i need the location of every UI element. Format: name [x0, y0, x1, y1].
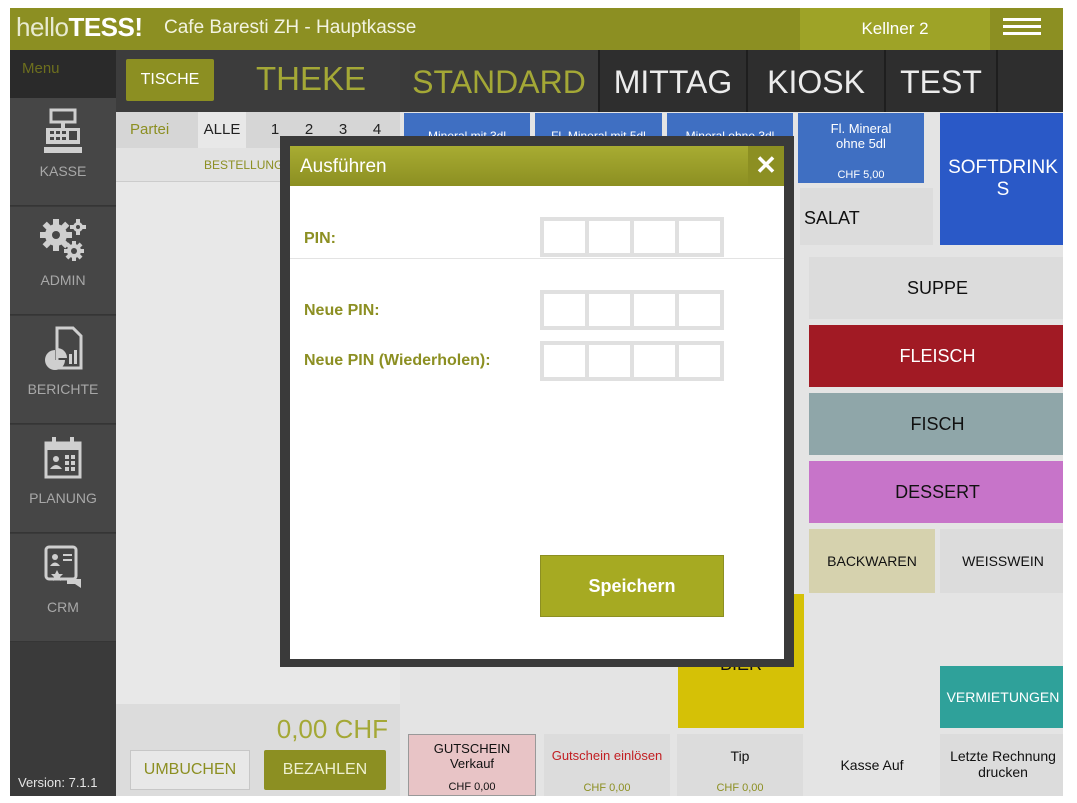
sidebar-label: KASSE	[39, 163, 87, 179]
hamburger-menu-icon[interactable]	[1003, 18, 1041, 42]
tile-kasse-auf[interactable]: Kasse Auf	[809, 734, 935, 796]
tile-label: SUPPE	[906, 278, 969, 298]
tile-letzte-rechnung[interactable]: Letzte Rechnung drucken	[940, 734, 1063, 796]
party-tab-alle[interactable]: ALLE	[198, 112, 246, 148]
logo-hello: hello	[16, 12, 69, 42]
tile-label: FLEISCH	[899, 346, 976, 366]
store-name: Cafe Baresti ZH - Hauptkasse	[164, 17, 417, 38]
modal-overlay-frame: Ausführen ✕ PIN: Neue PIN: Neue PIN (Wie…	[280, 136, 794, 667]
tile-weisswein[interactable]: WEISSWEIN	[940, 529, 1063, 593]
tile-label: Fl. Mineral	[830, 121, 892, 136]
sidebar-label: CRM	[47, 599, 79, 615]
bezahlen-button[interactable]: BEZAHLEN	[264, 750, 386, 790]
tile-label: SOFTDRINK	[948, 157, 1058, 178]
sidebar-item-crm[interactable]: CRM	[10, 534, 116, 642]
tile-salat[interactable]: SALAT	[800, 188, 933, 245]
sidebar-label: BERICHTE	[27, 381, 99, 397]
close-icon[interactable]: ✕	[748, 146, 784, 186]
top-bar: helloTESS! Cafe Baresti ZH - Hauptkasse …	[10, 8, 1063, 50]
tile-gutschein-einloesen[interactable]: Gutschein einlösen CHF 0,00	[544, 734, 670, 796]
pos-app: helloTESS! Cafe Baresti ZH - Hauptkasse …	[10, 8, 1063, 796]
tile-backwaren[interactable]: BACKWAREN	[809, 529, 935, 593]
tile-label: VERMIETUNGEN	[946, 689, 1060, 705]
tile-fisch[interactable]: FISCH	[809, 393, 1063, 455]
tile-suppe[interactable]: SUPPE	[809, 257, 1063, 319]
order-footer: 0,00 CHF UMBUCHEN BEZAHLEN	[116, 704, 400, 796]
waiter-button[interactable]: Kellner 2	[800, 8, 990, 50]
tile-label: SALAT	[804, 208, 860, 228]
sidebar-item-planung[interactable]: PLANUNG	[10, 425, 116, 533]
tische-button[interactable]: TISCHE	[126, 59, 214, 101]
menu-label: Menu	[10, 50, 116, 98]
save-button[interactable]: Speichern	[540, 555, 724, 617]
logo-bang: !	[134, 12, 143, 42]
tile-gutschein-verkauf[interactable]: GUTSCHEIN Verkauf CHF 0,00	[408, 734, 536, 796]
theke-title: THEKE	[256, 60, 367, 97]
hellotess-logo: helloTESS!	[16, 12, 143, 43]
tab-test[interactable]: TEST	[886, 50, 998, 112]
tile-price: CHF 5,00	[837, 169, 885, 181]
pin-input[interactable]	[540, 217, 724, 257]
tile-dessert[interactable]: DESSERT	[809, 461, 1063, 523]
tile-label: WEISSWEIN	[962, 553, 1044, 569]
dialog-title: Ausführen	[300, 156, 387, 177]
order-total: 0,00 CHF	[276, 714, 388, 744]
repeat-pin-input[interactable]	[540, 341, 724, 381]
tile-label: Kasse Auf	[840, 757, 904, 773]
tile-tip[interactable]: Tip CHF 0,00	[677, 734, 803, 796]
tile-label: DESSERT	[895, 482, 980, 502]
sidebar-item-admin[interactable]: ADMIN	[10, 207, 116, 315]
tile-label: GUTSCHEIN	[433, 741, 511, 756]
pin-dialog: Ausführen ✕ PIN: Neue PIN: Neue PIN (Wie…	[290, 146, 784, 659]
tab-kiosk[interactable]: KIOSK	[748, 50, 886, 112]
divider	[290, 258, 784, 259]
tile-vermietungen[interactable]: VERMIETUNGEN	[940, 666, 1063, 728]
umbuchen-button[interactable]: UMBUCHEN	[130, 750, 250, 790]
new-pin-label: Neue PIN:	[304, 302, 380, 319]
tile-price: CHF 0,00	[583, 782, 631, 794]
logo-tess: TESS	[68, 12, 135, 42]
tile-label: drucken	[978, 764, 1028, 780]
repeat-pin-label: Neue PIN (Wiederholen):	[304, 352, 491, 369]
tile-label: Gutschein einlösen	[551, 748, 663, 763]
sidebar-item-berichte[interactable]: BERICHTE	[10, 316, 116, 424]
tab-standard[interactable]: STANDARD	[400, 50, 600, 112]
tile-label: Verkauf	[449, 756, 495, 771]
tile-fleisch[interactable]: FLEISCH	[809, 325, 1063, 387]
tile-softdrinks[interactable]: SOFTDRINK S	[940, 113, 1063, 245]
sidebar-label: PLANUNG	[29, 490, 97, 506]
tab-mittag[interactable]: MITTAG	[600, 50, 748, 112]
calendar-icon	[44, 437, 82, 479]
tile-price: CHF 0,00	[716, 782, 764, 794]
tile-label: S	[996, 179, 1010, 200]
order-header: TISCHE THEKE	[116, 50, 400, 112]
version-label: Version: 7.1.1	[18, 775, 98, 790]
pin-label: PIN:	[304, 230, 336, 247]
tile-price: CHF 0,00	[448, 781, 496, 793]
cash-register-icon	[44, 108, 82, 153]
tile-label: Tip	[730, 748, 750, 764]
sidebar: Menu KASSE ADMIN BERICHTE PLANUNG CRM Ve…	[10, 50, 116, 796]
sidebar-label: ADMIN	[40, 272, 86, 288]
report-icon	[45, 326, 83, 370]
tile-label: Letzte Rechnung	[950, 748, 1056, 764]
crm-icon	[44, 545, 81, 588]
tile-label: FISCH	[910, 414, 965, 434]
gears-icon	[40, 219, 86, 261]
tile-label: BACKWAREN	[827, 553, 917, 569]
partei-label: Partei	[130, 121, 170, 138]
dialog-header: Ausführen ✕	[290, 146, 784, 186]
category-tabs: STANDARD MITTAG KIOSK TEST	[400, 50, 1063, 112]
sidebar-item-kasse[interactable]: KASSE	[10, 98, 116, 206]
tile-label: ohne 5dl	[836, 136, 886, 151]
tile-fl-mineral-ohne-5dl[interactable]: Fl. Mineral ohne 5dl CHF 5,00	[798, 113, 924, 183]
new-pin-input[interactable]	[540, 290, 724, 330]
